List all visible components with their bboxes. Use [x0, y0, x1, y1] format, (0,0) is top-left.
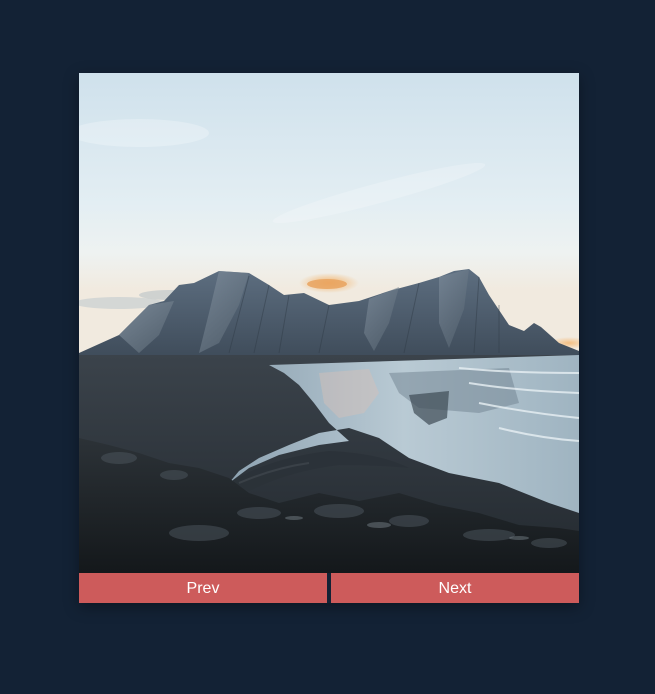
carousel-slide	[79, 73, 579, 573]
prev-button[interactable]: Prev	[79, 573, 327, 603]
carousel-controls: Prev Next	[79, 573, 579, 603]
image-carousel: Prev Next	[79, 73, 579, 603]
mountain-coast-photo	[79, 73, 579, 573]
next-button[interactable]: Next	[331, 573, 579, 603]
